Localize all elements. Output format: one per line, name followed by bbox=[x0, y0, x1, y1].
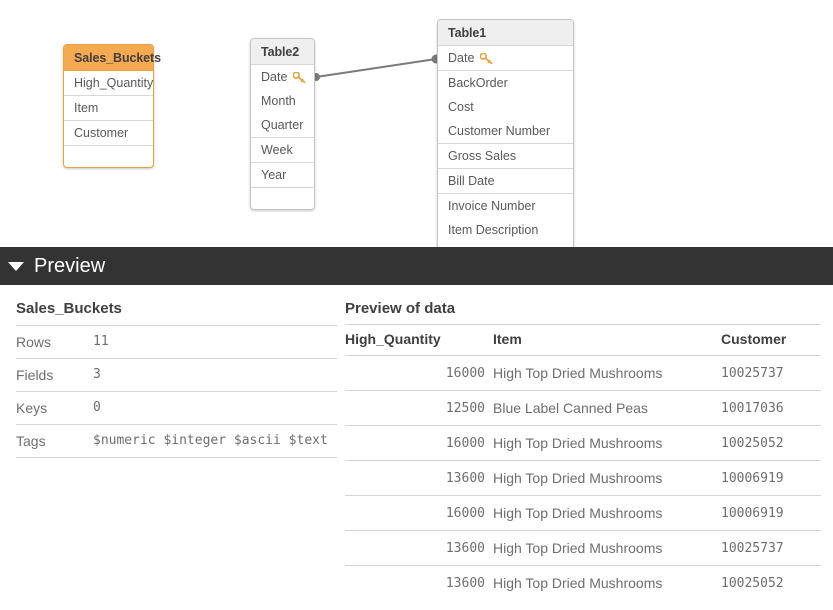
table-card-title[interactable]: Table2 bbox=[251, 39, 314, 65]
summary-label: Rows bbox=[16, 326, 93, 359]
summary-label: Fields bbox=[16, 359, 93, 392]
field-row-high-quantity[interactable]: High_Quantity bbox=[64, 71, 153, 95]
field-label: Quarter bbox=[261, 118, 303, 132]
cell-high-quantity: 16000 bbox=[345, 426, 493, 461]
field-label: Invoice Number bbox=[448, 199, 536, 213]
field-label: Item Description bbox=[448, 223, 538, 237]
association-line bbox=[316, 59, 436, 77]
field-row-cost[interactable]: Cost bbox=[438, 95, 573, 119]
cell-item: High Top Dried Mushrooms bbox=[493, 426, 721, 461]
summary-value: 11 bbox=[93, 326, 337, 359]
cell-item: High Top Dried Mushrooms bbox=[493, 356, 721, 391]
table-card-title[interactable]: Sales_Buckets bbox=[64, 45, 153, 71]
field-row-customer[interactable]: Customer bbox=[64, 120, 153, 145]
summary-table: Rows 11 Fields 3 Keys 0 Tags $numeric $i… bbox=[16, 325, 337, 458]
field-row-date[interactable]: Date bbox=[438, 46, 573, 70]
field-row-backorder[interactable]: BackOrder bbox=[438, 70, 573, 95]
table-row: 13600 High Top Dried Mushrooms 10025737 bbox=[345, 531, 821, 566]
table-row: 13600 High Top Dried Mushrooms 10006919 bbox=[345, 461, 821, 496]
data-model-canvas[interactable]: Sales_Buckets High_Quantity Item Custome… bbox=[0, 0, 833, 247]
column-header-customer[interactable]: Customer bbox=[721, 325, 821, 356]
key-icon bbox=[480, 53, 493, 64]
table-row: Keys 0 bbox=[16, 392, 337, 425]
table-row: 13600 High Top Dried Mushrooms 10025052 bbox=[345, 566, 821, 601]
table-header-row: High_Quantity Item Customer bbox=[345, 325, 821, 356]
cell-high-quantity: 13600 bbox=[345, 461, 493, 496]
cell-customer: 10006919 bbox=[721, 496, 821, 531]
field-row-quarter[interactable]: Quarter bbox=[251, 113, 314, 137]
data-preview-title: Preview of data bbox=[345, 300, 821, 324]
field-label: BackOrder bbox=[448, 76, 508, 90]
field-row-empty bbox=[251, 187, 314, 209]
table-card-table1[interactable]: Table1 Date BackOrder Cost Customer Numb… bbox=[437, 19, 574, 247]
column-header-item[interactable]: Item bbox=[493, 325, 721, 356]
cell-item: Blue Label Canned Peas bbox=[493, 391, 721, 426]
table-row: Fields 3 bbox=[16, 359, 337, 392]
data-preview-panel: Preview of data High_Quantity Item Custo… bbox=[345, 300, 821, 600]
field-row-week[interactable]: Week bbox=[251, 137, 314, 162]
cell-high-quantity: 13600 bbox=[345, 566, 493, 601]
column-header-high-quantity[interactable]: High_Quantity bbox=[345, 325, 493, 356]
table-row: Rows 11 bbox=[16, 326, 337, 359]
field-row-date[interactable]: Date bbox=[251, 65, 314, 89]
caret-down-icon[interactable] bbox=[8, 262, 24, 271]
field-label: Year bbox=[261, 168, 286, 182]
table-row: 12500 Blue Label Canned Peas 10017036 bbox=[345, 391, 821, 426]
table-row: 16000 High Top Dried Mushrooms 10025052 bbox=[345, 426, 821, 461]
table-row: 16000 High Top Dried Mushrooms 10025737 bbox=[345, 356, 821, 391]
field-label: Bill Date bbox=[448, 174, 495, 188]
field-label: Date bbox=[261, 70, 287, 84]
summary-value: $numeric $integer $ascii $text bbox=[93, 425, 337, 458]
field-label: Customer Number bbox=[448, 124, 550, 138]
cell-high-quantity: 16000 bbox=[345, 356, 493, 391]
field-label: Week bbox=[261, 143, 293, 157]
cell-customer: 10025737 bbox=[721, 531, 821, 566]
cell-item: High Top Dried Mushrooms bbox=[493, 496, 721, 531]
cell-item: High Top Dried Mushrooms bbox=[493, 566, 721, 601]
field-label: High_Quantity bbox=[74, 76, 153, 90]
summary-value: 3 bbox=[93, 359, 337, 392]
field-label: Item bbox=[74, 101, 98, 115]
preview-title: Preview bbox=[34, 255, 105, 278]
field-label: Customer bbox=[74, 126, 128, 140]
table-summary-panel: Sales_Buckets Rows 11 Fields 3 Keys 0 Ta… bbox=[16, 300, 337, 458]
cell-customer: 10025052 bbox=[721, 426, 821, 461]
field-label: Date bbox=[448, 51, 474, 65]
field-label: Gross Sales bbox=[448, 149, 516, 163]
cell-customer: 10006919 bbox=[721, 461, 821, 496]
cell-high-quantity: 12500 bbox=[345, 391, 493, 426]
cell-item: High Top Dried Mushrooms bbox=[493, 461, 721, 496]
table-card-title[interactable]: Table1 bbox=[438, 20, 573, 46]
preview-section-header[interactable]: Preview bbox=[0, 247, 833, 285]
key-icon bbox=[293, 72, 306, 83]
cell-item: High Top Dried Mushrooms bbox=[493, 531, 721, 566]
summary-title: Sales_Buckets bbox=[16, 300, 337, 325]
cell-high-quantity: 13600 bbox=[345, 531, 493, 566]
field-label: Month bbox=[261, 94, 296, 108]
table-card-table2[interactable]: Table2 Date Month Quarter Week Year bbox=[250, 38, 315, 210]
summary-label: Keys bbox=[16, 392, 93, 425]
field-row-month[interactable]: Month bbox=[251, 89, 314, 113]
field-row-item[interactable]: Item bbox=[64, 95, 153, 120]
field-row-gross-sales[interactable]: Gross Sales bbox=[438, 143, 573, 168]
table-row: Tags $numeric $integer $ascii $text bbox=[16, 425, 337, 458]
field-row-empty bbox=[64, 145, 153, 167]
summary-value: 0 bbox=[93, 392, 337, 425]
cell-customer: 10025052 bbox=[721, 566, 821, 601]
summary-label: Tags bbox=[16, 425, 93, 458]
field-label: Cost bbox=[448, 100, 474, 114]
cell-customer: 10025737 bbox=[721, 356, 821, 391]
table-card-sales-buckets[interactable]: Sales_Buckets High_Quantity Item Custome… bbox=[63, 44, 154, 168]
table-row: 16000 High Top Dried Mushrooms 10006919 bbox=[345, 496, 821, 531]
field-row-bill-date[interactable]: Bill Date bbox=[438, 168, 573, 193]
field-row-customer-number[interactable]: Customer Number bbox=[438, 119, 573, 143]
data-preview-table: High_Quantity Item Customer 16000 High T… bbox=[345, 324, 821, 600]
field-row-year[interactable]: Year bbox=[251, 162, 314, 187]
cell-high-quantity: 16000 bbox=[345, 496, 493, 531]
field-row-item-description[interactable]: Item Description bbox=[438, 218, 573, 242]
preview-panel: Sales_Buckets Rows 11 Fields 3 Keys 0 Ta… bbox=[0, 285, 833, 610]
cell-customer: 10017036 bbox=[721, 391, 821, 426]
field-row-invoice-number[interactable]: Invoice Number bbox=[438, 193, 573, 218]
